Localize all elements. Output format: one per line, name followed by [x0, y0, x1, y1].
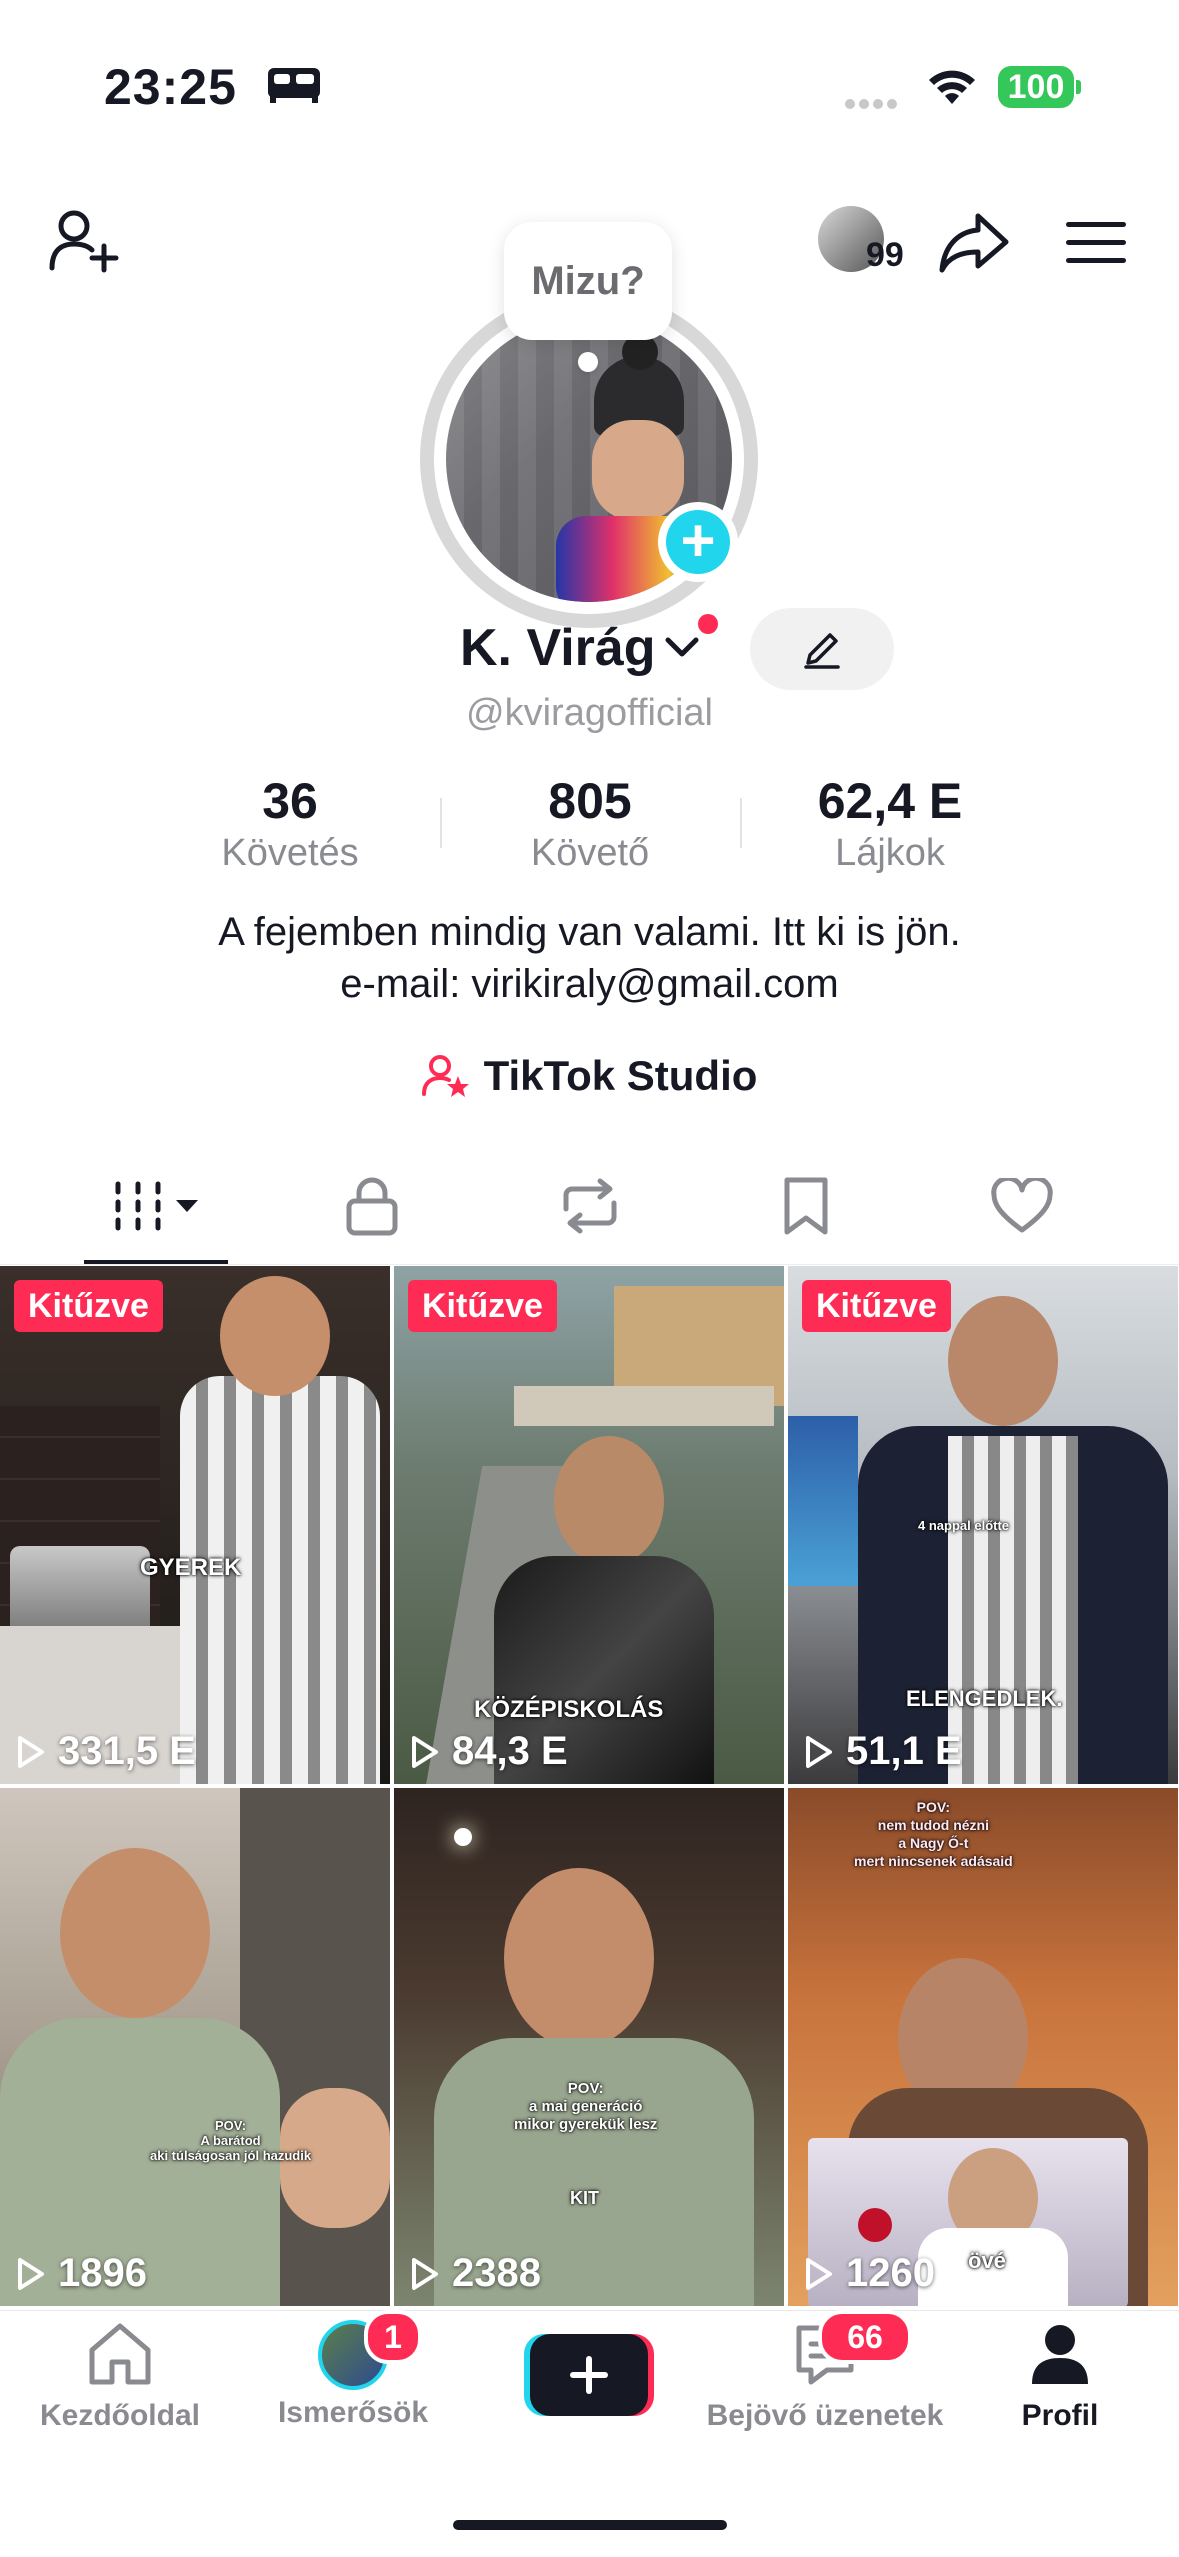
- stat-label: Követés: [221, 832, 359, 874]
- video-caption: POV: a mai generáció mikor gyerekük lesz: [514, 2080, 658, 2133]
- video-caption-secondary: övé: [968, 2248, 1006, 2273]
- bio: A fejemben mindig van valami. Itt ki is …: [0, 906, 1179, 1010]
- stat-divider: [440, 798, 442, 848]
- add-story-button[interactable]: +: [666, 510, 730, 574]
- tabs-divider: [0, 1264, 1179, 1265]
- battery-indicator: 100: [998, 66, 1074, 108]
- video-caption: KÖZÉPISKOLÁS: [474, 1696, 664, 1723]
- plus-icon: [570, 2356, 608, 2394]
- home-icon: [89, 2323, 151, 2385]
- tab-reposts[interactable]: [540, 1170, 640, 1242]
- notification-dot: [698, 614, 718, 634]
- bookmark-icon: [784, 1177, 828, 1235]
- heart-icon: [991, 1178, 1053, 1233]
- wifi-icon: [929, 70, 975, 104]
- nav-home-label: Kezdőoldal: [39, 2399, 200, 2432]
- nav-home[interactable]: Kezdőoldal: [20, 2320, 220, 2433]
- stat-label: Lájkok: [835, 832, 945, 874]
- pinned-badge: Kitűzve: [408, 1280, 557, 1332]
- chevron-down-icon[interactable]: [664, 636, 700, 660]
- inbox-badge: 66: [818, 2310, 912, 2364]
- video-tile[interactable]: GYEREK Kitűzve 331,5 E: [0, 1266, 390, 1784]
- stat-value: 36: [262, 773, 318, 829]
- lock-icon: [346, 1177, 398, 1236]
- nav-friends[interactable]: Ismerősök: [253, 2320, 453, 2430]
- view-count-text: 84,3 E: [452, 1729, 568, 1773]
- stat-followers[interactable]: 805 Követő: [460, 772, 720, 875]
- video-caption-top: 4 nappal előtte: [918, 1518, 1010, 1533]
- play-icon: [18, 1735, 44, 1768]
- friends-badge: 1: [364, 2310, 422, 2364]
- tab-videos[interactable]: [106, 1170, 206, 1242]
- view-count: 331,5 E: [16, 1729, 196, 1774]
- view-count: 84,3 E: [410, 1729, 568, 1774]
- studio-label: TikTok Studio: [483, 1052, 758, 1099]
- stat-divider: [740, 798, 742, 848]
- view-count-text: 1260: [846, 2251, 935, 2295]
- play-icon: [806, 2257, 832, 2290]
- edit-profile-button[interactable]: [750, 608, 894, 690]
- stat-following[interactable]: 36 Követés: [160, 772, 420, 875]
- bio-line: A fejemben mindig van valami. Itt ki is …: [218, 910, 961, 954]
- view-count: 51,1 E: [804, 1729, 962, 1774]
- video-tile[interactable]: POV: a mai generáció mikor gyerekük lesz…: [394, 1788, 784, 2306]
- stat-value: 62,4 E: [817, 773, 963, 829]
- status-time: 23:25: [104, 59, 237, 115]
- view-count: 1260: [804, 2251, 935, 2296]
- bio-email: e-mail: virikiraly@gmail.com: [340, 962, 839, 1006]
- profile-name: K. Virág: [460, 619, 656, 677]
- tab-favorites[interactable]: [756, 1170, 856, 1242]
- view-count-text: 2388: [452, 2251, 541, 2295]
- tab-private[interactable]: [322, 1170, 422, 1242]
- nav-inbox-label: Bejövő üzenetek: [706, 2399, 944, 2432]
- profile-icon: [1032, 2325, 1088, 2384]
- view-count-text: 331,5 E: [58, 1729, 196, 1773]
- cellular-signal-icon: [845, 96, 901, 114]
- pinned-badge: Kitűzve: [802, 1280, 951, 1332]
- video-caption-secondary: KIT: [570, 2188, 599, 2208]
- video-caption: POV: nem tudod nézni a Nagy Ő-t mert nin…: [854, 1799, 1013, 1869]
- view-count: 2388: [410, 2251, 541, 2296]
- nav-friends-label: Ismerősök: [277, 2396, 429, 2429]
- video-caption: POV: A barátod aki túlságosan jól hazudi…: [150, 2118, 312, 2163]
- add-friend-icon[interactable]: [48, 206, 120, 274]
- share-icon[interactable]: [938, 210, 1010, 274]
- video-caption: GYEREK: [140, 1554, 242, 1581]
- menu-icon[interactable]: [1066, 220, 1126, 266]
- play-icon: [412, 1735, 438, 1768]
- profile-name-row[interactable]: K. Virág: [460, 618, 700, 678]
- grid-videos-icon: [115, 1181, 198, 1231]
- profile-handle: @kviragofficial: [466, 692, 713, 734]
- video-tile[interactable]: POV: nem tudod nézni a Nagy Ő-t mert nin…: [788, 1788, 1178, 2306]
- creator-star-icon: [421, 1055, 469, 1097]
- tab-liked[interactable]: [972, 1170, 1072, 1242]
- stat-likes[interactable]: 62,4 E Lájkok: [760, 772, 1020, 875]
- nav-profile[interactable]: Profil: [980, 2320, 1140, 2433]
- tiktok-studio-link[interactable]: TikTok Studio: [0, 1052, 1179, 1100]
- stat-label: Követő: [530, 832, 650, 874]
- bubble-tail: [578, 352, 598, 372]
- video-tile[interactable]: POV: A barátod aki túlságosan jól hazudi…: [0, 1788, 390, 2306]
- stories-count: 99: [866, 236, 904, 274]
- view-count: 1896: [16, 2251, 147, 2296]
- home-indicator: [453, 2520, 727, 2530]
- pinned-badge: Kitűzve: [14, 1280, 163, 1332]
- video-tile[interactable]: KÖZÉPISKOLÁS Kitűzve 84,3 E: [394, 1266, 784, 1784]
- note-bubble[interactable]: Mizu?: [504, 222, 672, 340]
- play-icon: [806, 1735, 832, 1768]
- view-count-text: 51,1 E: [846, 1729, 962, 1773]
- video-caption: ELENGEDLEK.: [906, 1686, 1063, 1711]
- repost-icon: [563, 1178, 617, 1234]
- video-tile[interactable]: 4 nappal előtte ELENGEDLEK. Kitűzve 51,1…: [788, 1266, 1178, 1784]
- pencil-icon: [804, 633, 840, 669]
- nav-profile-label: Profil: [1021, 2399, 1099, 2432]
- create-button[interactable]: [524, 2334, 654, 2416]
- stat-value: 805: [548, 773, 632, 829]
- view-count-text: 1896: [58, 2251, 147, 2295]
- play-icon: [412, 2257, 438, 2290]
- battery-tip: [1076, 80, 1081, 94]
- sleep-focus-icon: [268, 68, 320, 103]
- play-icon: [18, 2257, 44, 2290]
